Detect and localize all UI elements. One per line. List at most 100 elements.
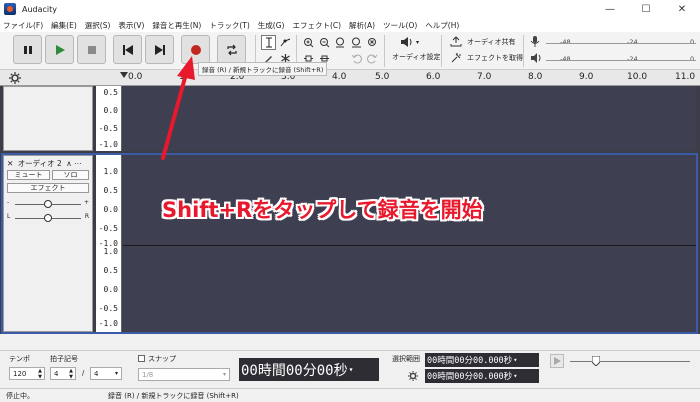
zoom-out-icon bbox=[320, 38, 330, 48]
menu-effect[interactable]: エフェクト(C) bbox=[292, 20, 341, 31]
playback-meter[interactable]: -48 -24 0 bbox=[530, 52, 696, 67]
playback-speed-slider[interactable] bbox=[570, 361, 690, 362]
menu-edit[interactable]: 編集(E) bbox=[51, 20, 77, 31]
pan-slider[interactable]: L R bbox=[7, 213, 89, 222]
scale-label: -0.5 bbox=[98, 304, 118, 313]
pause-icon bbox=[23, 45, 32, 54]
selection-tool[interactable] bbox=[261, 35, 276, 50]
more-options-icon[interactable]: ⋯ bbox=[74, 159, 82, 168]
collapse-icon[interactable]: ∧ bbox=[66, 159, 72, 168]
selection-start[interactable]: 00時間00分00.000秒 ▾ bbox=[425, 353, 539, 367]
envelope-tool[interactable] bbox=[278, 35, 293, 50]
loop-button[interactable] bbox=[217, 35, 246, 64]
redo-button[interactable] bbox=[365, 51, 380, 66]
audacity-logo-icon bbox=[4, 3, 16, 15]
zoom-in-button[interactable] bbox=[301, 35, 316, 50]
zoom-out-button[interactable] bbox=[317, 35, 332, 50]
solo-button[interactable]: ソロ bbox=[52, 170, 89, 180]
play-button[interactable] bbox=[45, 35, 74, 64]
ruler-tick: 8.0 bbox=[528, 72, 543, 82]
loop-icon bbox=[226, 44, 237, 55]
zoom-toggle-icon bbox=[368, 38, 376, 46]
effects-button[interactable]: エフェクト bbox=[7, 183, 89, 193]
menu-bar: ファイル(F) 編集(E) 選択(S) 表示(V) 録音と再生(N) トラック(… bbox=[0, 18, 700, 32]
selection-end[interactable]: 00時間00分00.000秒 ▾ bbox=[425, 369, 539, 383]
menu-tracks[interactable]: トラック(T) bbox=[209, 20, 249, 31]
zoom-toggle-button[interactable] bbox=[365, 35, 380, 50]
menu-file[interactable]: ファイル(F) bbox=[3, 20, 43, 31]
skip-end-icon bbox=[154, 44, 165, 55]
close-icon[interactable]: ✕ bbox=[7, 159, 13, 168]
gain-slider-knob[interactable] bbox=[44, 200, 52, 208]
scale-label: 0.5 bbox=[103, 186, 118, 195]
audio-setup-dropdown[interactable]: ▾ bbox=[400, 36, 419, 48]
speaker-icon bbox=[531, 53, 541, 63]
scale-label: 0.5 bbox=[103, 88, 118, 97]
maximize-button[interactable]: ☐ bbox=[628, 0, 664, 18]
gain-slider[interactable]: - + bbox=[7, 199, 89, 208]
menu-view[interactable]: 表示(V) bbox=[118, 20, 144, 31]
undo-button[interactable] bbox=[349, 51, 364, 66]
selection-label: 選択範囲 bbox=[392, 355, 420, 363]
audio-setup-label[interactable]: オーディオ設定 bbox=[392, 52, 441, 62]
spinner-icon[interactable]: ▲ ▼ bbox=[69, 368, 73, 380]
toolbar-separator bbox=[441, 35, 442, 67]
play-at-speed-toolbar bbox=[546, 353, 698, 373]
track2-waveform[interactable] bbox=[123, 155, 696, 332]
gear-icon[interactable] bbox=[408, 371, 418, 381]
scale-label: -1.0 bbox=[98, 319, 118, 328]
title-bar: Audacity — ☐ ✕ bbox=[0, 0, 700, 18]
fit-selection-button[interactable] bbox=[333, 35, 348, 50]
pause-button[interactable] bbox=[13, 35, 42, 64]
track2-vertical-scale[interactable]: 1.0 0.5 0.0 -0.5 -1.0 1.0 0.5 0.0 -0.5 -… bbox=[96, 155, 122, 332]
track-name[interactable]: ✕ オーディオ 2 ∧ ⋯ bbox=[7, 158, 82, 169]
toolbar: ▾ オーディオ設定 オーディオ共有 エフェクトを取得 -48 -24 0 -48… bbox=[0, 32, 700, 70]
ruler-tick: 6.0 bbox=[426, 72, 441, 82]
tempo-input[interactable]: 120 ▲ ▼ bbox=[9, 367, 45, 380]
share-audio-button[interactable]: オーディオ共有 bbox=[450, 36, 516, 47]
close-button[interactable]: ✕ bbox=[664, 0, 700, 18]
time-display[interactable]: 00時間00分00秒 ▾ bbox=[239, 358, 379, 381]
minimize-button[interactable]: — bbox=[592, 0, 628, 18]
toolbar-separator bbox=[384, 35, 385, 67]
playback-speed-knob[interactable] bbox=[592, 356, 600, 366]
ruler-tick: 4.0 bbox=[332, 72, 347, 82]
scale-label: -0.5 bbox=[98, 224, 118, 233]
menu-analyze[interactable]: 解析(A) bbox=[349, 20, 375, 31]
time-signature-denominator[interactable]: 4 ▾ bbox=[90, 367, 122, 380]
menu-generate[interactable]: 生成(G) bbox=[258, 20, 285, 31]
zoom-fit-icon bbox=[352, 37, 361, 48]
chevron-down-icon: ▾ bbox=[513, 372, 518, 380]
stop-icon bbox=[87, 45, 96, 54]
track2-control-panel[interactable]: ✕ オーディオ 2 ∧ ⋯ ミュート ソロ エフェクト - + L R bbox=[3, 155, 93, 332]
timeline-ruler[interactable]: 0.0 1.0 2.0 3.0 4.0 5.0 6.0 7.0 8.0 9.0 … bbox=[0, 70, 700, 86]
fit-project-button[interactable] bbox=[349, 35, 364, 50]
ruler-tick: 5.0 bbox=[375, 72, 390, 82]
chevron-down-icon: ▾ bbox=[222, 371, 226, 378]
record-meter[interactable]: -48 -24 0 bbox=[530, 35, 696, 50]
snap-dropdown[interactable]: 1/8 ▾ bbox=[138, 368, 230, 381]
track1-vertical-scale[interactable]: 0.5 0.0 -0.5 -1.0 bbox=[96, 86, 122, 151]
mute-button[interactable]: ミュート bbox=[7, 170, 50, 180]
toolbar-separator bbox=[523, 35, 524, 67]
zoom-in-icon bbox=[304, 38, 314, 48]
menu-help[interactable]: ヘルプ(H) bbox=[425, 20, 459, 31]
track1-waveform[interactable] bbox=[123, 86, 696, 151]
spinner-icon[interactable]: ▲ ▼ bbox=[38, 368, 42, 380]
get-effects-button[interactable]: エフェクトを取得 bbox=[450, 52, 523, 63]
gear-icon[interactable] bbox=[9, 72, 21, 84]
stop-button[interactable] bbox=[77, 35, 106, 64]
ruler-tick: 0.0 bbox=[128, 72, 143, 82]
skip-to-start-button[interactable] bbox=[113, 35, 142, 64]
snap-checkbox[interactable] bbox=[138, 355, 145, 362]
track1-control-panel[interactable] bbox=[3, 86, 93, 151]
play-at-speed-button[interactable] bbox=[550, 354, 564, 368]
pan-slider-knob[interactable] bbox=[44, 214, 52, 222]
menu-transport[interactable]: 録音と再生(N) bbox=[152, 20, 201, 31]
playhead-marker-icon[interactable] bbox=[120, 72, 128, 78]
annotation-arrow-icon bbox=[161, 56, 195, 160]
menu-select[interactable]: 選択(S) bbox=[85, 20, 111, 31]
time-signature-numerator[interactable]: 4 ▲ ▼ bbox=[50, 367, 76, 380]
menu-tools[interactable]: ツール(O) bbox=[383, 20, 417, 31]
scale-label: 1.0 bbox=[103, 247, 118, 256]
